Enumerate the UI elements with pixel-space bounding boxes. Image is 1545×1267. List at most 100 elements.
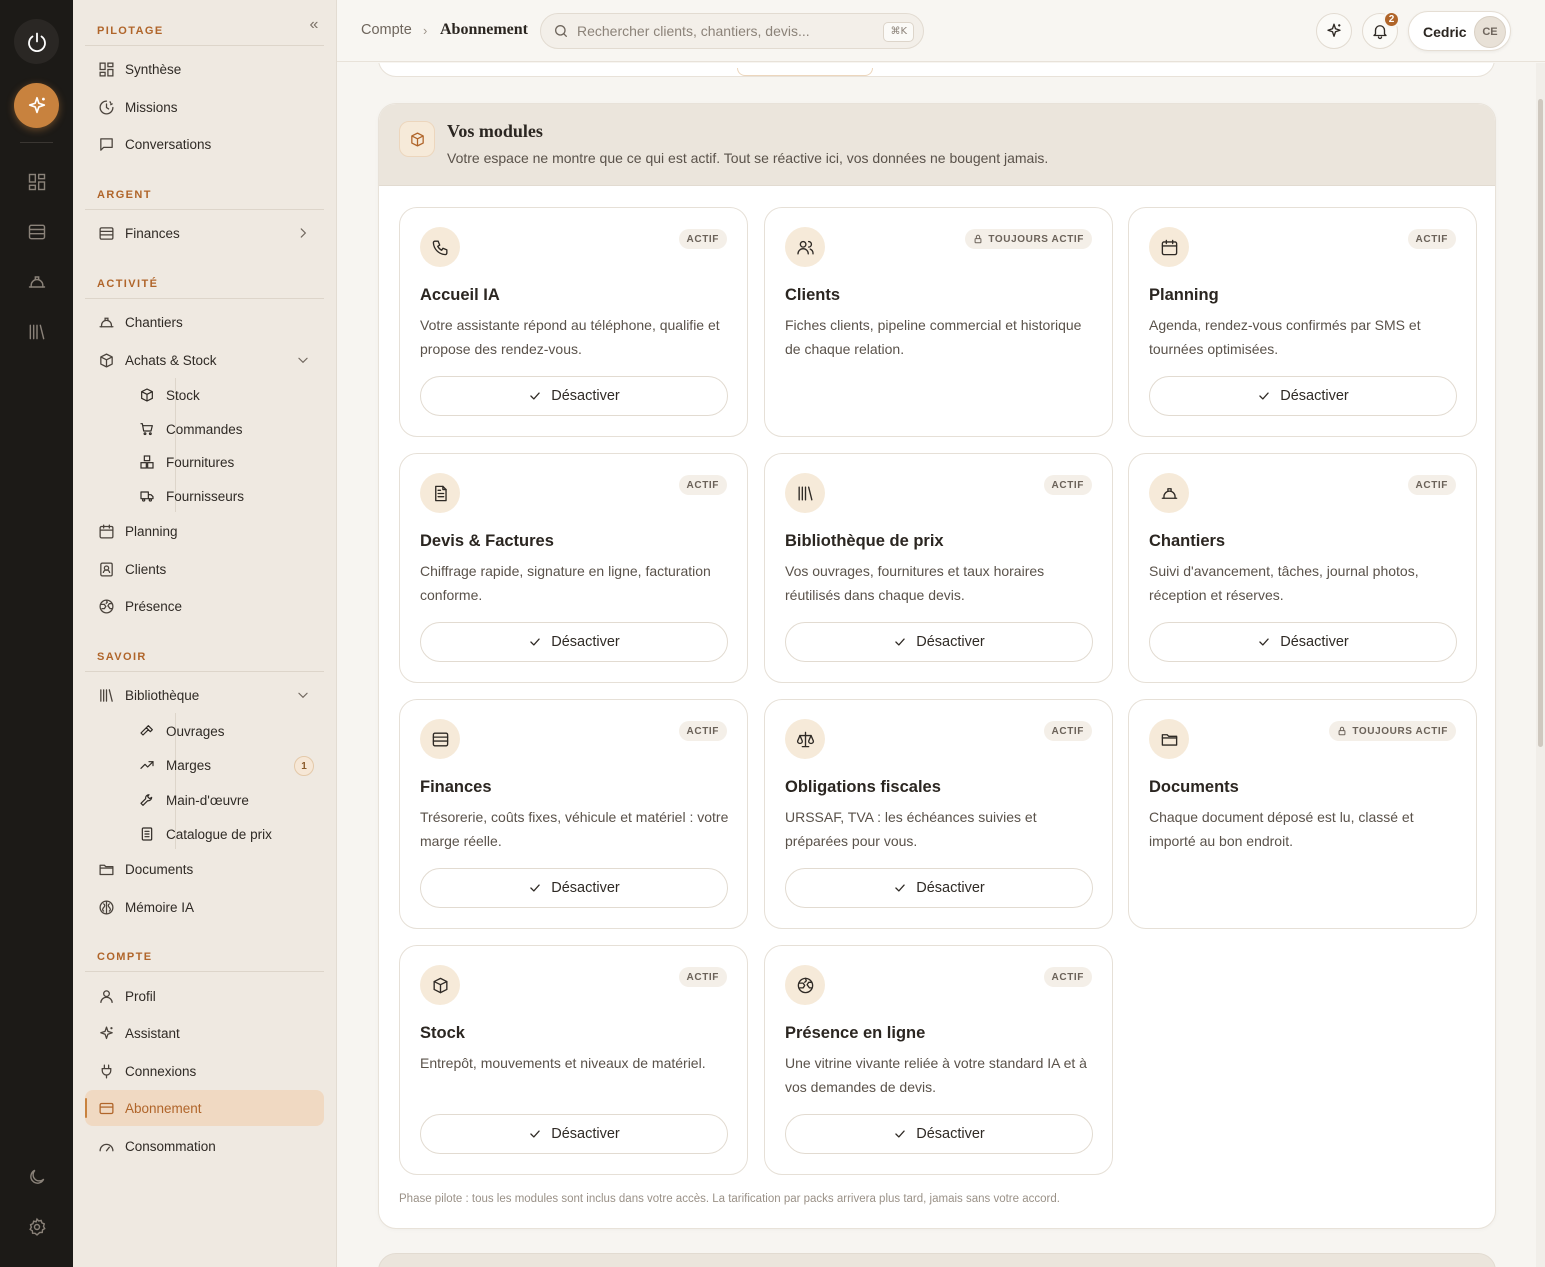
status-label: ACTIF [1051, 725, 1084, 737]
status-badge: ACTIF [1043, 721, 1092, 741]
sidebar-item-consommation[interactable]: Consommation [85, 1128, 324, 1164]
status-label: TOUJOURS ACTIF [988, 233, 1084, 245]
next-section-card [378, 1253, 1496, 1267]
deactivate-button[interactable]: Désactiver [420, 868, 728, 908]
app-rail [0, 0, 73, 1267]
check-icon [1257, 635, 1271, 649]
power-icon[interactable] [14, 19, 59, 64]
module-card: ACTIF Accueil IA Votre assistante répond a… [399, 207, 748, 437]
sidebar-item-bibliotheque[interactable]: Bibliothèque [85, 677, 324, 713]
collapse-sidebar-icon[interactable]: « [305, 16, 323, 34]
deactivate-label: Désactiver [916, 634, 985, 650]
modules-header: Vos modules Votre espace ne montre que c… [379, 104, 1495, 186]
sidebar-item-fournisseurs[interactable]: Fournisseurs [124, 480, 324, 512]
deactivate-button[interactable]: Désactiver [785, 1114, 1093, 1154]
deactivate-label: Désactiver [1280, 388, 1349, 404]
users-icon [785, 227, 825, 267]
user-icon [97, 987, 115, 1005]
scrollbar-thumb[interactable] [1538, 99, 1543, 747]
box-icon [138, 386, 156, 404]
module-description: Votre assistante répond au téléphone, qu… [420, 317, 720, 357]
sidebar-item-finances[interactable]: Finances [85, 215, 324, 251]
deactivate-button[interactable]: Désactiver [785, 622, 1093, 662]
helmet-icon[interactable] [26, 271, 48, 293]
sidebar-item-synthese[interactable]: Synthèse [85, 51, 324, 87]
sidebar-item-abonnement[interactable]: Abonnement [85, 1090, 324, 1126]
module-card: ACTIF Stock Entrepôt, mouvements et niveau… [399, 945, 748, 1175]
wrench-icon [138, 791, 156, 809]
sidebar-item-catalogue[interactable]: Catalogue de prix [124, 818, 324, 850]
sidebar-item-label: Fournitures [166, 454, 235, 470]
deactivate-button[interactable]: Désactiver [420, 376, 728, 416]
sidebar-item-chantiers[interactable]: Chantiers [85, 304, 324, 340]
deactivate-button[interactable]: Désactiver [420, 622, 728, 662]
brain-icon [97, 898, 115, 916]
deactivate-label: Désactiver [551, 880, 620, 896]
search-icon [553, 23, 569, 39]
library-icon[interactable] [26, 321, 48, 343]
check-icon [528, 881, 542, 895]
sidebar-item-missions[interactable]: Missions [85, 89, 324, 125]
calendar-icon [97, 522, 115, 540]
module-card: ACTIF Finances Trésorerie, coûts fixes, vé… [399, 699, 748, 929]
notification-count-badge: 2 [1383, 11, 1400, 28]
deactivate-button[interactable]: Désactiver [1149, 622, 1457, 662]
library-icon [97, 686, 115, 704]
sidebar-item-label: Conversations [125, 136, 212, 152]
section-title-pilotage: PILOTAGE [97, 25, 164, 37]
previous-section-button[interactable] [737, 68, 873, 76]
modules-panel: Vos modules Votre espace ne montre que c… [378, 103, 1496, 1229]
sidebar-item-memoire-ia[interactable]: Mémoire IA [85, 889, 324, 925]
deactivate-button[interactable]: Désactiver [785, 868, 1093, 908]
sidebar-item-assistant[interactable]: Assistant [85, 1015, 324, 1051]
status-label: ACTIF [1051, 971, 1084, 983]
sidebar-item-fournitures[interactable]: Fournitures [124, 446, 324, 478]
sidebar-item-label: Chantiers [125, 314, 183, 330]
deactivate-label: Désactiver [916, 1126, 985, 1142]
sparkle-icon [97, 1024, 115, 1042]
breadcrumb-compte[interactable]: Compte [361, 22, 412, 38]
sidebar-item-documents[interactable]: Documents [85, 851, 324, 887]
moon-icon[interactable] [26, 1166, 48, 1188]
module-title: Stock [420, 1024, 465, 1042]
assistant-button[interactable] [1316, 13, 1352, 49]
sidebar-item-clients[interactable]: Clients [85, 551, 324, 587]
status-label: ACTIF [686, 971, 719, 983]
sidebar-item-main-oeuvre[interactable]: Main-d'œuvre [124, 784, 324, 816]
wallet-icon[interactable] [26, 221, 48, 243]
sparkle-icon[interactable] [14, 83, 59, 128]
sidebar-item-connexions[interactable]: Connexions [85, 1053, 324, 1089]
sidebar-item-conversations[interactable]: Conversations [85, 126, 324, 162]
notifications-button[interactable]: 2 [1362, 11, 1400, 49]
gear-icon[interactable] [26, 1216, 48, 1238]
search-input[interactable]: Rechercher clients, chantiers, devis... … [540, 13, 924, 49]
sidebar-item-profil[interactable]: Profil [85, 978, 324, 1014]
sidebar-item-stock[interactable]: Stock [124, 379, 324, 411]
status-badge: ACTIF [678, 229, 727, 249]
search-placeholder: Rechercher clients, chantiers, devis... [577, 23, 810, 39]
status-badge: ACTIF [678, 475, 727, 495]
status-label: ACTIF [1415, 479, 1448, 491]
list-doc-icon [138, 825, 156, 843]
status-label: TOUJOURS ACTIF [1352, 725, 1448, 737]
sidebar-item-label: Mémoire IA [125, 899, 195, 915]
sidebar-item-marges[interactable]: Marges 1 [124, 749, 324, 781]
user-name: Cedric [1423, 24, 1467, 40]
module-card: ACTIF Présence en ligne Une vitrine vivant… [764, 945, 1113, 1175]
module-title: Devis & Factures [420, 532, 554, 550]
sidebar-item-presence[interactable]: Présence [85, 588, 324, 624]
breadcrumb-current: Abonnement [440, 21, 529, 38]
box-icon [420, 965, 460, 1005]
sidebar-item-label: Fournisseurs [166, 488, 245, 504]
sidebar-item-achats-stock[interactable]: Achats & Stock [85, 342, 324, 378]
folder-icon [1149, 719, 1189, 759]
deactivate-button[interactable]: Désactiver [420, 1114, 728, 1154]
sidebar-item-planning[interactable]: Planning [85, 513, 324, 549]
scrollbar[interactable] [1536, 63, 1545, 1267]
sidebar-item-ouvrages[interactable]: Ouvrages [124, 715, 324, 747]
grid-icon[interactable] [26, 171, 48, 193]
sidebar-item-commandes[interactable]: Commandes [124, 413, 324, 445]
user-menu[interactable]: Cedric CE [1408, 11, 1511, 51]
sidebar-item-label: Finances [125, 225, 180, 241]
deactivate-button[interactable]: Désactiver [1149, 376, 1457, 416]
